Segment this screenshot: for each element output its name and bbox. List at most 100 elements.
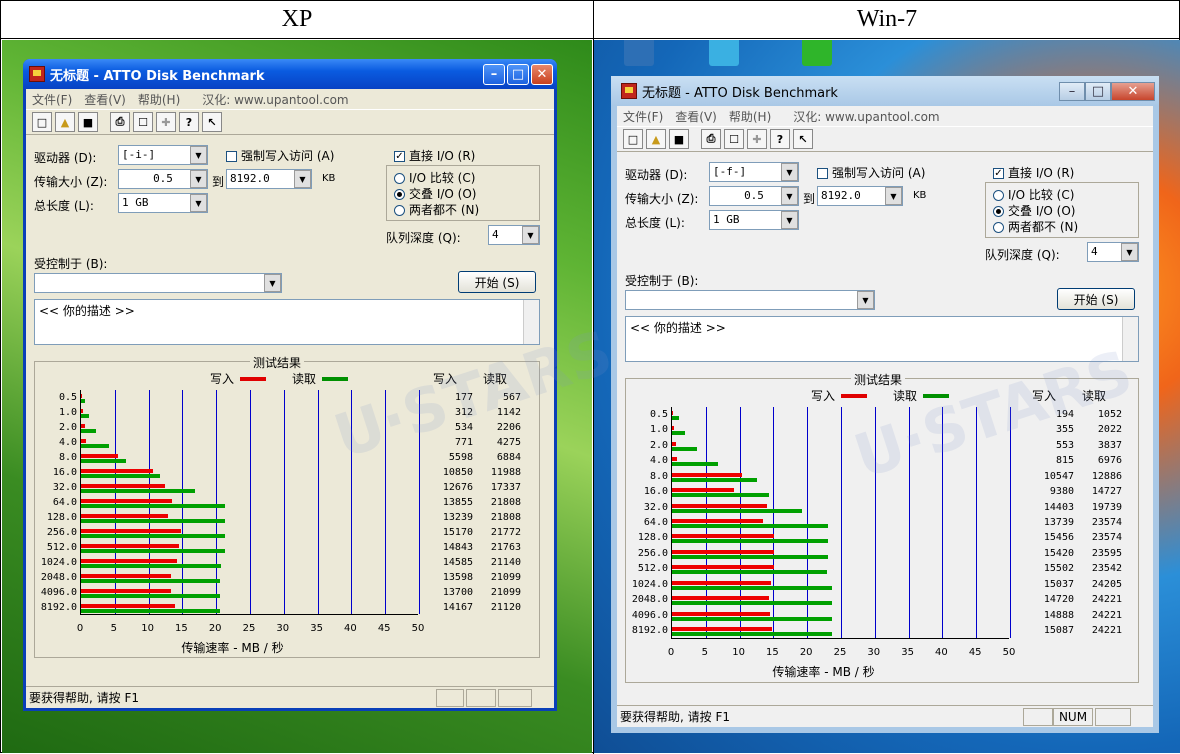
overlap-io-radio[interactable]: 交叠 I/O (O) bbox=[394, 185, 476, 202]
menu-help[interactable]: 帮助(H) bbox=[729, 108, 771, 125]
open-folder-icon[interactable]: ▲ bbox=[55, 112, 75, 132]
checkbox-icon[interactable] bbox=[817, 168, 828, 179]
print-preview-icon[interactable]: ☐ bbox=[724, 129, 744, 149]
direct-io-checkbox[interactable]: ✓ 直接 I/O (R) bbox=[993, 164, 1074, 181]
save-icon[interactable]: ■ bbox=[669, 129, 689, 149]
gridline bbox=[874, 407, 876, 638]
save-icon[interactable]: ■ bbox=[78, 112, 98, 132]
maximize-button[interactable]: □ bbox=[1085, 81, 1111, 101]
overlap-io-radio[interactable]: 交叠 I/O (O) bbox=[993, 202, 1075, 219]
move-icon[interactable]: ✚ bbox=[156, 112, 176, 132]
results-title: 测试结果 bbox=[250, 354, 305, 371]
legend-read-swatch bbox=[923, 393, 950, 398]
write-bar bbox=[672, 426, 675, 431]
chevron-down-icon[interactable]: ▼ bbox=[522, 226, 539, 244]
write-bar bbox=[81, 453, 118, 458]
chevron-down-icon[interactable]: ▼ bbox=[190, 146, 207, 164]
legend: 写入 读取 bbox=[811, 387, 950, 404]
chevron-down-icon[interactable]: ▼ bbox=[781, 187, 798, 205]
write-value: 10850 bbox=[442, 466, 473, 478]
print-preview-icon[interactable]: ☐ bbox=[133, 112, 153, 132]
menu-view[interactable]: 查看(V) bbox=[675, 108, 717, 125]
x-tick-label: 45 bbox=[968, 647, 982, 658]
gridline bbox=[976, 407, 978, 638]
force-write-checkbox[interactable]: 强制写入访问 (A) bbox=[817, 164, 925, 181]
open-folder-icon[interactable]: ▲ bbox=[646, 129, 666, 149]
read-value: 567 bbox=[502, 391, 521, 403]
controlled-by-label: 受控制于 (B): bbox=[625, 274, 699, 288]
gridline bbox=[317, 390, 319, 614]
radio-icon[interactable] bbox=[993, 222, 1004, 233]
write-bar bbox=[81, 483, 165, 488]
controlled-by-select[interactable] bbox=[34, 273, 282, 293]
minimize-button[interactable]: – bbox=[483, 63, 505, 85]
close-button[interactable]: ✕ bbox=[1111, 81, 1155, 101]
print-icon[interactable]: ⎙ bbox=[110, 112, 130, 132]
desktop-icon[interactable] bbox=[624, 40, 654, 66]
y-tick-label: 256.0 bbox=[46, 526, 77, 538]
neither-radio[interactable]: 两者都不 (N) bbox=[993, 218, 1078, 235]
radio-selected-icon[interactable] bbox=[993, 206, 1004, 217]
write-bar bbox=[672, 441, 676, 446]
x-tick-label: 0 bbox=[76, 623, 84, 634]
chevron-down-icon[interactable]: ▼ bbox=[885, 187, 902, 205]
chevron-down-icon[interactable]: ▼ bbox=[190, 170, 207, 188]
close-button[interactable]: ✕ bbox=[531, 63, 553, 85]
scrollbar[interactable] bbox=[523, 300, 539, 344]
new-file-icon[interactable]: □ bbox=[623, 129, 643, 149]
io-compare-radio[interactable]: I/O 比较 (C) bbox=[993, 186, 1074, 203]
y-tick-label: 64.0 bbox=[643, 517, 668, 528]
checkbox-icon[interactable] bbox=[226, 151, 237, 162]
menu-file[interactable]: 文件(F) bbox=[623, 108, 663, 125]
force-write-checkbox[interactable]: 强制写入访问 (A) bbox=[226, 147, 334, 164]
results-title: 测试结果 bbox=[851, 371, 906, 388]
print-icon[interactable]: ⎙ bbox=[701, 129, 721, 149]
drive-label: 驱动器 (D): bbox=[34, 151, 97, 165]
direct-io-checkbox[interactable]: ✓ 直接 I/O (R) bbox=[394, 147, 475, 164]
read-bar bbox=[81, 578, 221, 583]
start-button[interactable]: 开始 (S) bbox=[458, 271, 536, 293]
maximize-button[interactable]: □ bbox=[507, 63, 529, 85]
radio-icon[interactable] bbox=[394, 205, 405, 216]
context-help-icon[interactable]: ↖ bbox=[793, 129, 813, 149]
title-bar[interactable]: 无标题 - ATTO Disk Benchmark – □ ✕ bbox=[23, 59, 557, 89]
checked-checkbox-icon[interactable]: ✓ bbox=[394, 151, 405, 162]
radio-icon[interactable] bbox=[394, 173, 405, 184]
chevron-down-icon[interactable]: ▼ bbox=[190, 194, 207, 212]
y-tick-label: 128.0 bbox=[637, 532, 668, 544]
description-box[interactable]: << 你的描述 >> bbox=[34, 299, 540, 345]
desktop-icon[interactable] bbox=[709, 40, 739, 66]
chevron-down-icon[interactable]: ▼ bbox=[1121, 243, 1138, 261]
help-icon[interactable]: ? bbox=[179, 112, 199, 132]
controlled-by-select[interactable] bbox=[625, 290, 875, 310]
desktop-icon[interactable] bbox=[802, 40, 832, 66]
context-help-icon[interactable]: ↖ bbox=[202, 112, 222, 132]
chevron-down-icon[interactable]: ▼ bbox=[264, 274, 281, 292]
start-button[interactable]: 开始 (S) bbox=[1057, 288, 1135, 310]
checked-checkbox-icon[interactable]: ✓ bbox=[993, 168, 1004, 179]
description-box[interactable]: << 你的描述 >> bbox=[625, 316, 1139, 362]
chevron-down-icon[interactable]: ▼ bbox=[781, 163, 798, 181]
minimize-button[interactable]: – bbox=[1059, 81, 1085, 101]
menu-file[interactable]: 文件(F) bbox=[32, 91, 72, 108]
scrollbar[interactable] bbox=[1122, 317, 1138, 361]
legend-write-swatch bbox=[841, 393, 868, 398]
chevron-down-icon[interactable]: ▼ bbox=[857, 291, 874, 309]
title-bar[interactable]: 无标题 - ATTO Disk Benchmark – □ ✕ bbox=[611, 76, 1159, 106]
io-compare-radio[interactable]: I/O 比较 (C) bbox=[394, 169, 475, 186]
neither-radio[interactable]: 两者都不 (N) bbox=[394, 201, 479, 218]
kb-label: KB bbox=[322, 173, 336, 184]
radio-icon[interactable] bbox=[993, 190, 1004, 201]
move-icon[interactable]: ✚ bbox=[747, 129, 767, 149]
write-value: 5598 bbox=[448, 451, 473, 463]
chevron-down-icon[interactable]: ▼ bbox=[294, 170, 311, 188]
y-tick-label: 128.0 bbox=[46, 511, 77, 523]
write-bar bbox=[81, 528, 182, 533]
radio-selected-icon[interactable] bbox=[394, 189, 405, 200]
x-tick-label: 5 bbox=[701, 647, 708, 658]
help-icon[interactable]: ? bbox=[770, 129, 790, 149]
new-file-icon[interactable]: □ bbox=[32, 112, 52, 132]
menu-view[interactable]: 查看(V) bbox=[84, 91, 126, 108]
chevron-down-icon[interactable]: ▼ bbox=[781, 211, 798, 229]
menu-help[interactable]: 帮助(H) bbox=[138, 91, 180, 108]
